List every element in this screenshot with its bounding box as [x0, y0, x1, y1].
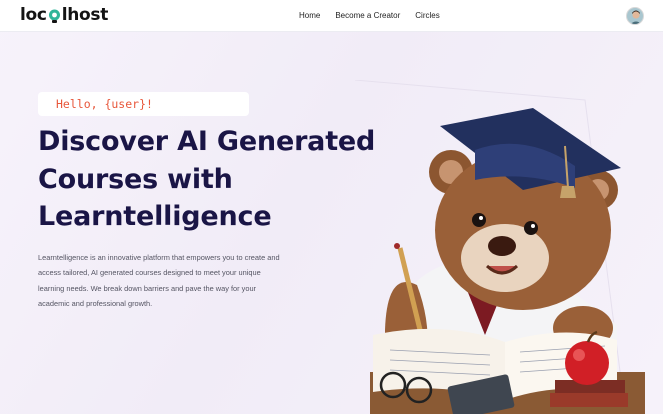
nav-become-creator-link[interactable]: Become a Creator: [335, 11, 400, 20]
description-line-1: Learntelligence is an innovative platfor…: [38, 253, 280, 262]
user-avatar[interactable]: [626, 7, 644, 25]
greeting-banner: Hello, {user}!: [38, 92, 249, 116]
main-nav: Home Become a Creator Circles: [299, 11, 440, 20]
localhost-logo[interactable]: loc lhost: [20, 5, 108, 25]
top-navbar: loc lhost Home Become a Creator Circles: [0, 0, 663, 32]
nav-home-link[interactable]: Home: [299, 11, 320, 20]
hero-title-line-2: Courses with: [38, 163, 233, 195]
avatar-photo-icon: [627, 8, 643, 24]
hero-title-line-1: Discover AI Generated: [38, 126, 376, 157]
hero-title-line-3: Learntelligence: [38, 201, 272, 232]
description-line-4: academic and professional growth.: [38, 298, 153, 308]
description-line-2: access tailored, AI generated courses de…: [38, 268, 261, 278]
hero-description: Learntelligence is an innovative platfor…: [38, 250, 338, 311]
description-line-3: learning needs. We break down barriers a…: [38, 283, 257, 293]
logo-text-end: lhost: [61, 5, 109, 25]
hero-title: Discover AI Generated Courses with Learn…: [38, 123, 398, 236]
nav-circles-link[interactable]: Circles: [415, 11, 439, 20]
logo-bulb-icon: [48, 9, 61, 24]
logo-text-start: loc: [20, 5, 47, 25]
teddy-bear-graduate-illustration: [354, 79, 645, 414]
